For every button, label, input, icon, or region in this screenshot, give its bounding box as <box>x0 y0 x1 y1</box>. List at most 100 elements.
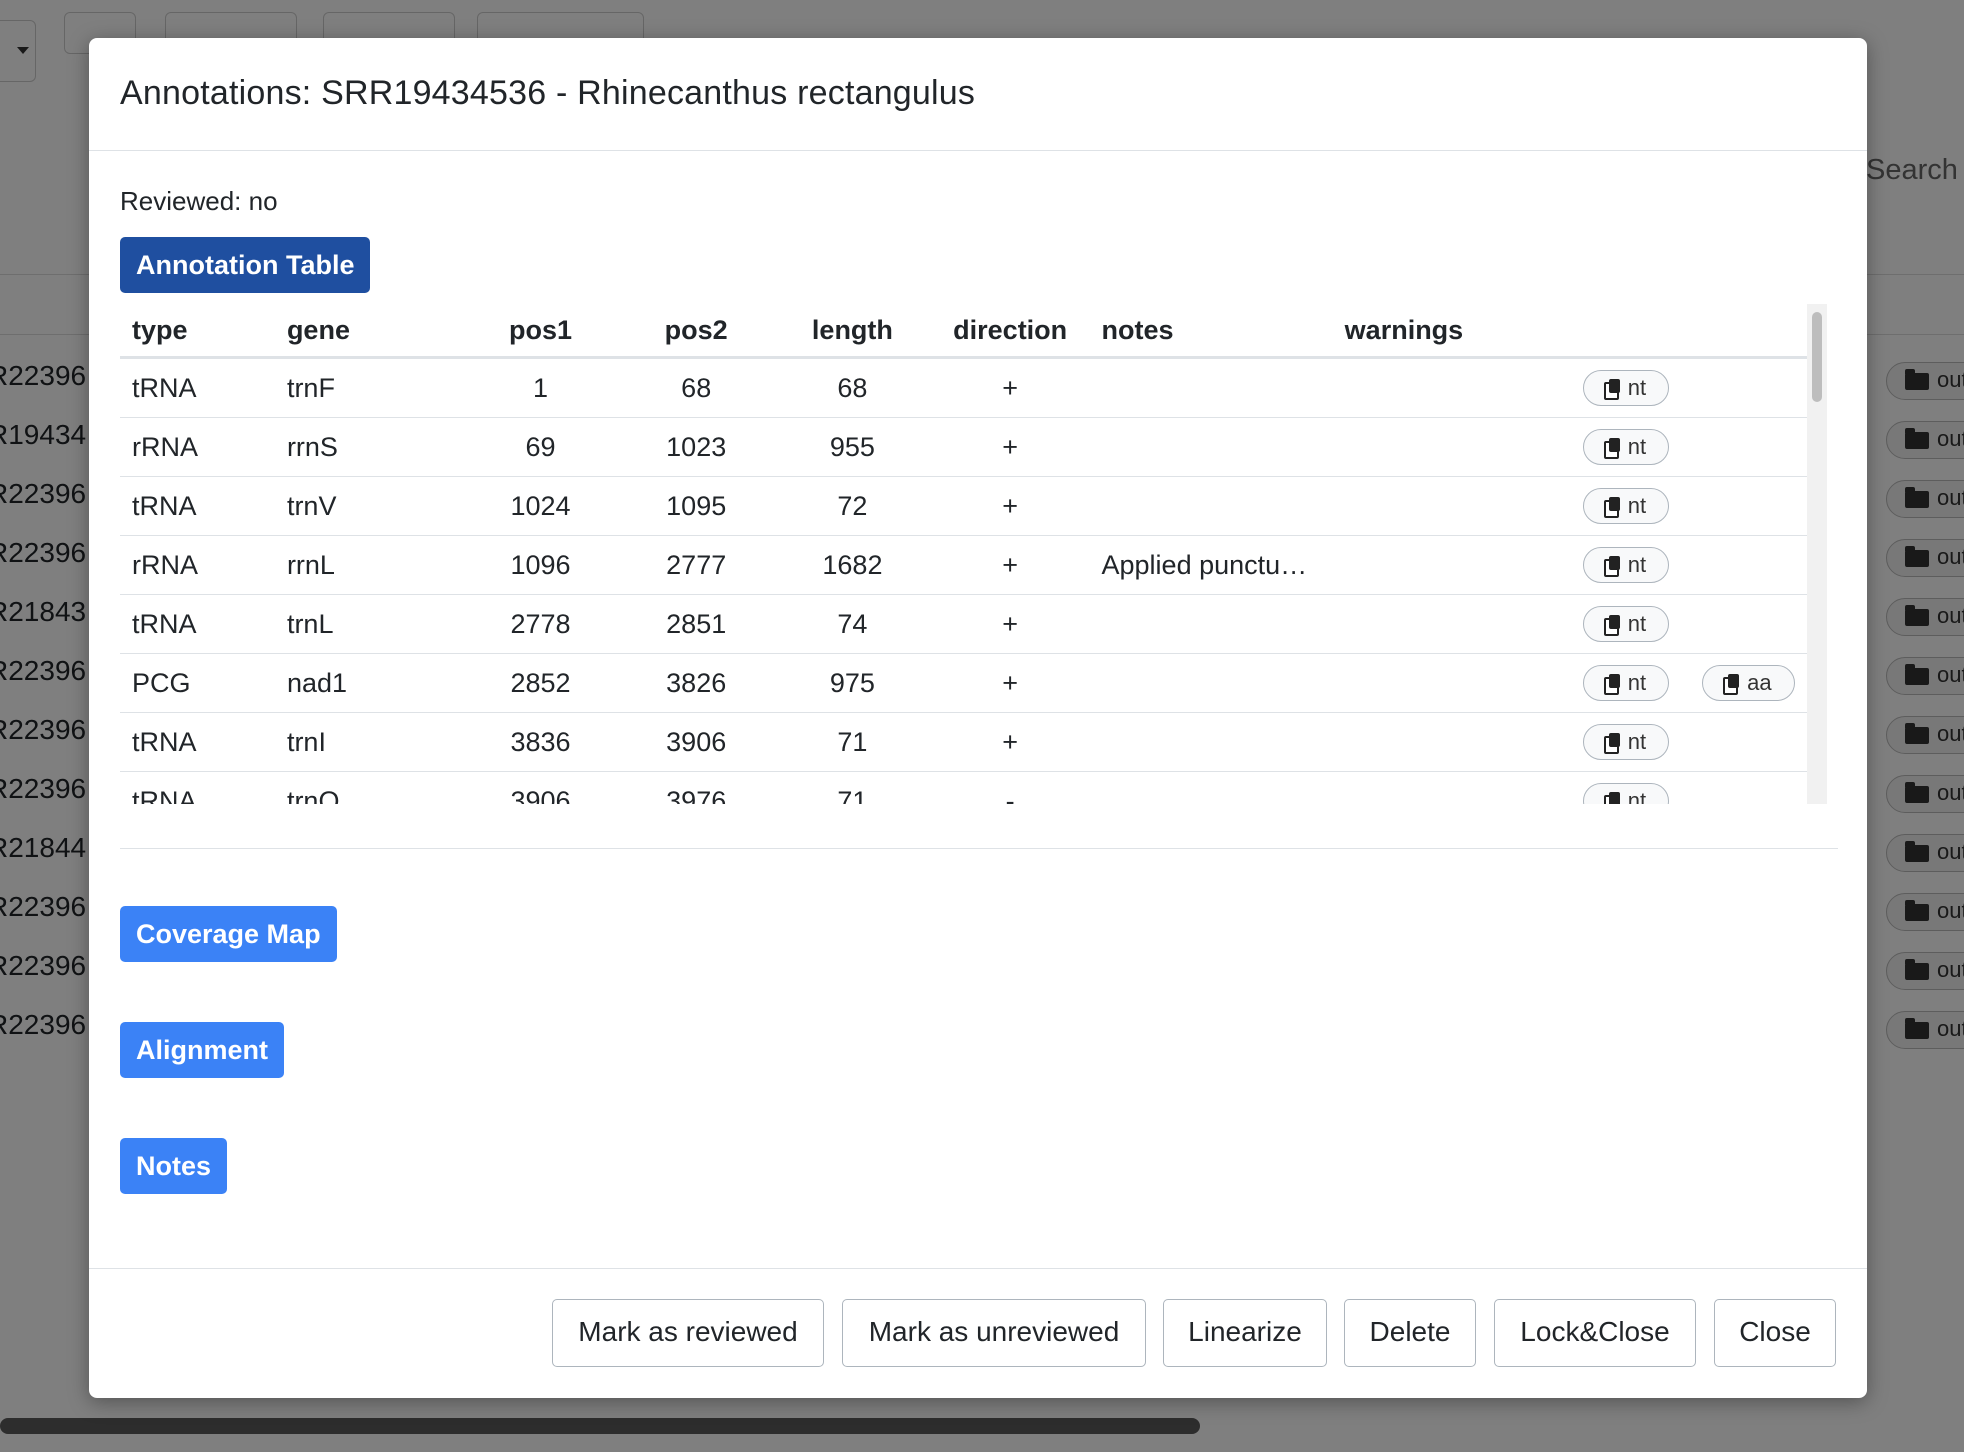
cell-copy-aa <box>1690 771 1810 804</box>
cell-copy-nt: nt <box>1570 594 1691 654</box>
column-header-type: type <box>120 304 275 359</box>
annotations-modal: Annotations: SRR19434536 - Rhinecanthus … <box>89 38 1867 1398</box>
cell-warnings <box>1332 535 1571 595</box>
table-vertical-scrollbar[interactable] <box>1807 304 1827 804</box>
cell-pos1: 2778 <box>462 594 619 654</box>
mark-as-reviewed-button[interactable]: Mark as reviewed <box>552 1299 824 1367</box>
column-header-direction: direction <box>930 304 1090 359</box>
column-header-pos2: pos2 <box>618 304 775 359</box>
copy-nt-button[interactable]: nt <box>1582 488 1670 524</box>
table-row: rRNA rrnS 69 1023 955 + nt <box>120 417 1810 477</box>
cell-copy-aa <box>1690 535 1810 595</box>
cell-gene: trnI <box>274 712 463 772</box>
cell-pos2: 2851 <box>618 594 775 654</box>
cell-notes <box>1089 417 1333 477</box>
cell-warnings <box>1332 357 1571 418</box>
annotation-table-button[interactable]: Annotation Table <box>120 237 371 293</box>
cell-length: 71 <box>774 712 931 772</box>
cell-length: 71 <box>774 771 931 804</box>
table-row: tRNA trnV 1024 1095 72 + nt <box>120 476 1810 536</box>
copy-nt-label: nt <box>1627 788 1647 804</box>
copy-aa-button[interactable]: aa <box>1702 665 1795 701</box>
copy-nt-label: nt <box>1627 375 1647 400</box>
notes-button[interactable]: Notes <box>120 1138 228 1194</box>
table-row: rRNA rrnL 1096 2777 1682 + Applied punctu… nt <box>120 535 1810 595</box>
cell-gene: rrnS <box>274 417 463 477</box>
copy-icon <box>1603 792 1620 804</box>
cell-warnings <box>1332 476 1571 536</box>
column-header-warnings: warnings <box>1332 304 1571 359</box>
cell-direction: + <box>930 594 1090 654</box>
copy-nt-button[interactable]: nt <box>1582 370 1670 406</box>
cell-type: tRNA <box>120 594 275 654</box>
cell-copy-nt: nt <box>1570 771 1691 804</box>
cell-type: tRNA <box>120 476 275 536</box>
cell-length: 955 <box>774 417 931 477</box>
cell-gene: nad1 <box>274 653 463 713</box>
cell-notes: Applied punctu… <box>1089 535 1333 595</box>
copy-nt-button[interactable]: nt <box>1582 665 1670 701</box>
copy-icon <box>1723 674 1740 695</box>
cell-warnings <box>1332 653 1571 713</box>
copy-nt-label: nt <box>1627 611 1647 636</box>
cell-type: PCG <box>120 653 275 713</box>
table-row: PCG nad1 2852 3826 975 + nt aa <box>120 653 1810 713</box>
cell-copy-nt: nt <box>1570 417 1691 477</box>
copy-nt-button[interactable]: nt <box>1582 547 1670 583</box>
cell-direction: + <box>930 535 1090 595</box>
column-header-aa <box>1690 304 1810 359</box>
cell-type: rRNA <box>120 417 275 477</box>
copy-icon <box>1603 733 1620 754</box>
annotation-table-container[interactable]: type gene pos1 pos2 length direction not… <box>120 304 1838 804</box>
copy-nt-button[interactable]: nt <box>1582 783 1670 804</box>
annotation-table: type gene pos1 pos2 length direction not… <box>120 304 1810 804</box>
column-header-length: length <box>774 304 931 359</box>
copy-nt-label: nt <box>1627 670 1647 695</box>
coverage-map-button[interactable]: Coverage Map <box>120 906 337 962</box>
cell-length: 975 <box>774 653 931 713</box>
modal-header: Annotations: SRR19434536 - Rhinecanthus … <box>89 38 1867 151</box>
table-header-row: type gene pos1 pos2 length direction not… <box>120 304 1810 359</box>
copy-icon <box>1603 438 1620 459</box>
cell-gene: trnL <box>274 594 463 654</box>
scrollbar-thumb[interactable] <box>1812 312 1822 402</box>
copy-nt-label: nt <box>1627 552 1647 577</box>
cell-gene: rrnL <box>274 535 463 595</box>
cell-notes <box>1089 653 1333 713</box>
cell-pos2: 1023 <box>618 417 775 477</box>
cell-pos1: 1024 <box>462 476 619 536</box>
cell-direction: + <box>930 357 1090 418</box>
table-row: tRNA trnL 2778 2851 74 + nt <box>120 594 1810 654</box>
cell-notes <box>1089 771 1333 804</box>
section-divider <box>120 848 1838 849</box>
copy-icon <box>1603 674 1620 695</box>
cell-pos2: 1095 <box>618 476 775 536</box>
lock-and-close-button[interactable]: Lock&Close <box>1494 1299 1696 1367</box>
copy-nt-label: nt <box>1627 434 1647 459</box>
cell-pos1: 3906 <box>462 771 619 804</box>
copy-icon <box>1603 497 1620 518</box>
cell-copy-aa <box>1690 357 1810 418</box>
cell-length: 72 <box>774 476 931 536</box>
annotation-table-body: tRNA trnF 1 68 68 + nt rRNA rrnS 69 1023 955 + nt tRNA… <box>120 357 1810 804</box>
copy-nt-button[interactable]: nt <box>1582 429 1670 465</box>
cell-copy-aa <box>1690 417 1810 477</box>
copy-nt-button[interactable]: nt <box>1582 606 1670 642</box>
cell-type: rRNA <box>120 535 275 595</box>
table-row: tRNA trnQ 3906 3976 71- nt <box>120 771 1810 804</box>
copy-nt-button[interactable]: nt <box>1582 724 1670 760</box>
cell-notes <box>1089 712 1333 772</box>
copy-icon <box>1603 615 1620 636</box>
linearize-button[interactable]: Linearize <box>1163 1299 1327 1367</box>
cell-pos2: 3826 <box>618 653 775 713</box>
close-button[interactable]: Close <box>1714 1299 1836 1367</box>
cell-pos2: 68 <box>618 357 775 418</box>
cell-gene: trnF <box>274 357 463 418</box>
cell-type: tRNA <box>120 771 275 804</box>
table-row: tRNA trnI 3836 3906 71 + nt <box>120 712 1810 772</box>
cell-direction: + <box>930 712 1090 772</box>
alignment-button[interactable]: Alignment <box>120 1022 284 1078</box>
mark-as-unreviewed-button[interactable]: Mark as unreviewed <box>842 1299 1146 1367</box>
cell-length: 1682 <box>774 535 931 595</box>
delete-button[interactable]: Delete <box>1344 1299 1476 1367</box>
